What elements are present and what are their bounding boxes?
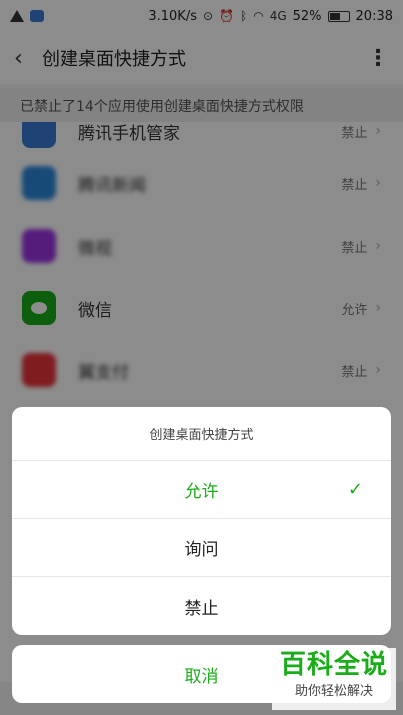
check-icon: ✓ [347, 479, 363, 500]
option-label: 禁止 [184, 598, 219, 619]
permission-sheet: 创建桌面快捷方式 允许 ✓ 询问 禁止 [12, 407, 391, 635]
watermark-sub: 助你轻松解决 [294, 684, 373, 699]
option-ask[interactable]: 询问 [12, 519, 391, 577]
option-label: 允许 [184, 482, 219, 502]
sheet-title: 创建桌面快捷方式 [12, 407, 391, 461]
option-label: 询问 [184, 540, 219, 560]
option-deny[interactable]: 禁止 [12, 577, 391, 635]
option-allow[interactable]: 允许 ✓ [12, 461, 391, 519]
watermark: 百科全说 助你轻松解决 [272, 648, 396, 710]
watermark-main: 百科全说 [279, 650, 388, 680]
